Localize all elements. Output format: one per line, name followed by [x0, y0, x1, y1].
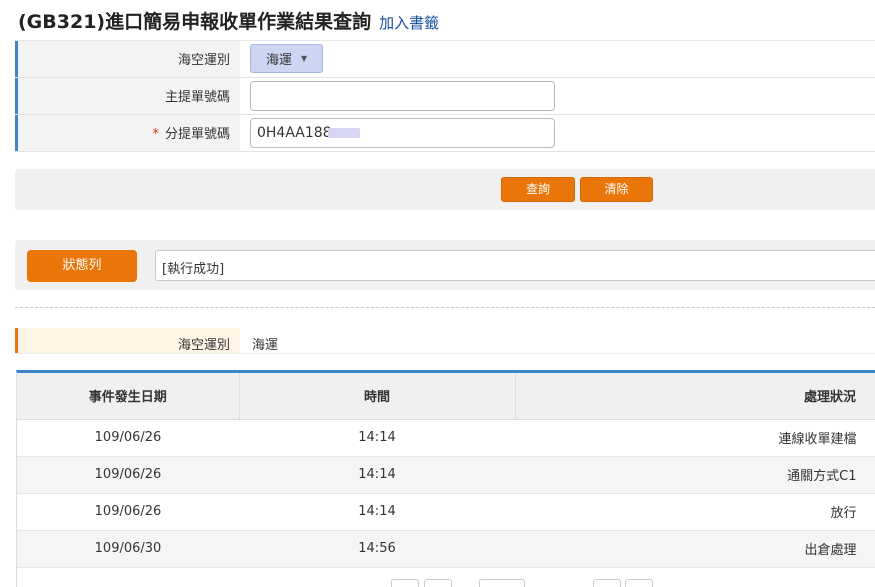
divider: [15, 307, 875, 308]
master-bill-label: 主提單號碼: [15, 78, 240, 114]
cell-date: 109/06/30: [17, 530, 239, 568]
house-bill-label: 分提單號碼: [164, 127, 230, 142]
events-table: 事件發生日期 時間 處理狀況 109/06/26 14:14 連線收單建檔 10…: [17, 373, 875, 568]
table-row: 109/06/26 14:14 連線收單建檔: [17, 419, 875, 457]
caret-down-icon: ▼: [301, 54, 308, 63]
house-bill-input[interactable]: [250, 118, 555, 148]
result-mode-value: 海運: [252, 338, 279, 353]
table-row: 109/06/26 14:14 放行: [17, 493, 875, 531]
clear-button[interactable]: 清除: [580, 177, 653, 202]
cell-status: 通關方式C1: [515, 456, 875, 494]
house-bill-label-cell: * 分提單號碼: [15, 115, 240, 151]
cell-time: 14:14: [239, 493, 515, 531]
page-header: (GB321)進口簡易申報收單作業結果查詢 加入書籤: [18, 7, 439, 35]
pager-page-input[interactable]: [479, 579, 525, 587]
query-form: 海空運別 海運 ▼ 主提單號碼 * 分提單號碼: [15, 40, 875, 152]
pager-prev-button[interactable]: [424, 579, 452, 587]
table-row: 109/06/26 14:14 通關方式C1: [17, 456, 875, 494]
cell-time: 14:14: [239, 456, 515, 494]
status-button[interactable]: 狀態列: [27, 250, 137, 282]
add-bookmark-link[interactable]: 加入書籤: [379, 12, 439, 33]
cell-status: 出倉處理: [515, 530, 875, 568]
form-row-mode: 海空運別 海運 ▼: [15, 41, 875, 78]
cell-date: 109/06/26: [17, 493, 239, 531]
table-row: 109/06/30 14:56 出倉處理: [17, 530, 875, 568]
pager-first-button[interactable]: [391, 579, 419, 587]
status-bar: 狀態列 [執行成功]: [15, 240, 875, 290]
pager-last-button[interactable]: [625, 579, 653, 587]
result-mode-label: 海空運別: [15, 328, 240, 353]
pager-next-button[interactable]: [593, 579, 621, 587]
form-row-house-bill: * 分提單號碼: [15, 115, 875, 152]
result-mode-row: 海空運別 海運: [15, 328, 875, 354]
required-mark: *: [152, 127, 159, 142]
mode-dropdown-value: 海運: [266, 53, 293, 68]
cell-status: 連線收單建檔: [515, 419, 875, 457]
cell-date: 109/06/26: [17, 419, 239, 457]
action-bar: 查詢 清除: [15, 169, 875, 210]
cell-status: 放行: [515, 493, 875, 531]
cell-date: 109/06/26: [17, 456, 239, 494]
header-date[interactable]: 事件發生日期: [17, 373, 240, 420]
table-header-row: 事件發生日期 時間 處理狀況: [17, 373, 875, 420]
query-button[interactable]: 查詢: [501, 177, 575, 202]
page-title: (GB321)進口簡易申報收單作業結果查詢: [18, 11, 372, 33]
header-time[interactable]: 時間: [239, 373, 516, 420]
form-row-master-bill: 主提單號碼: [15, 78, 875, 115]
cell-time: 14:56: [239, 530, 515, 568]
header-status[interactable]: 處理狀況: [515, 373, 875, 420]
mode-label: 海空運別: [15, 41, 240, 77]
redaction-mark: [328, 128, 360, 138]
master-bill-input[interactable]: [250, 81, 555, 111]
events-table-wrap: 事件發生日期 時間 處理狀況 109/06/26 14:14 連線收單建檔 10…: [16, 370, 875, 587]
cell-time: 14:14: [239, 419, 515, 457]
mode-dropdown[interactable]: 海運 ▼: [250, 44, 324, 73]
status-message: [執行成功]: [155, 250, 875, 281]
